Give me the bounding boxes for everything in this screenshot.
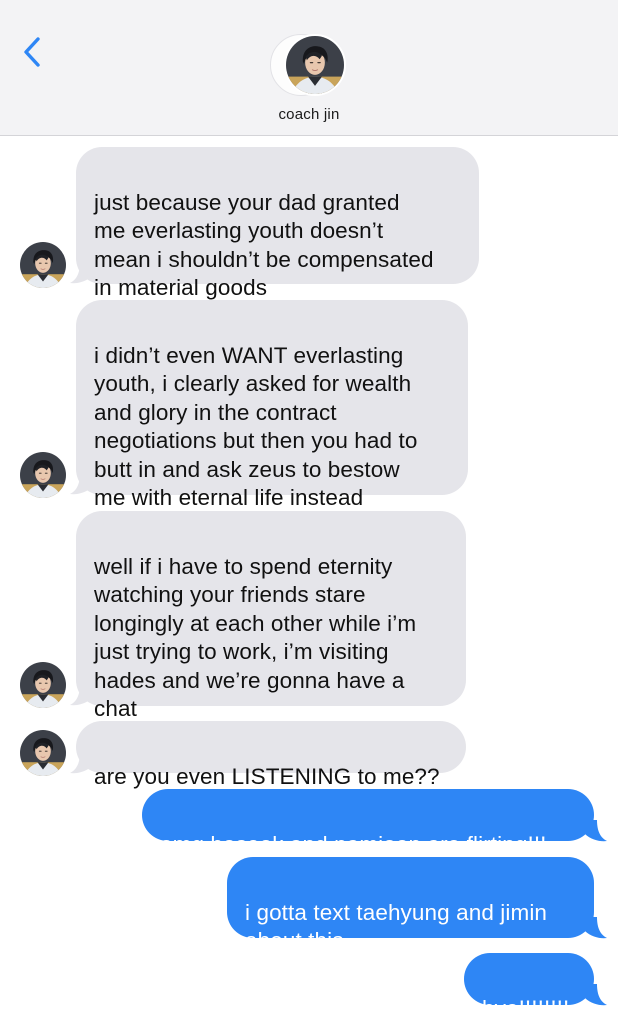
bubble-tail (70, 752, 92, 774)
sender-avatar[interactable] (20, 242, 66, 288)
message-text: i didn’t even WANT everlasting youth, i … (94, 342, 418, 511)
bubble-tail (70, 262, 92, 284)
bubble-tail (585, 917, 607, 939)
bubble-tail (70, 473, 92, 495)
incoming-message-bubble[interactable]: well if i have to spend eternity watchin… (76, 511, 466, 721)
message-text: well if i have to spend eternity watchin… (94, 553, 417, 722)
message-text: bye!!!!!!!! (482, 995, 570, 1021)
chevron-left-icon (24, 37, 40, 67)
message-text: just because your dad granted me everlas… (94, 189, 434, 301)
sender-avatar[interactable] (20, 730, 66, 776)
contact-name[interactable]: coach jin (0, 106, 618, 123)
incoming-message-bubble[interactable]: i didn’t even WANT everlasting youth, i … (76, 300, 468, 510)
outgoing-message-bubble[interactable]: i gotta text taehyung and jimin about th… (227, 857, 594, 953)
message-text: are you even LISTENING to me?? (94, 763, 440, 789)
bubble-tail (585, 820, 607, 842)
bubble-tail (585, 984, 607, 1006)
message-text: omg hoseok and namjoon are flirting!!! (160, 831, 547, 857)
back-button[interactable] (14, 34, 50, 70)
message-text: i gotta text taehyung and jimin about th… (245, 899, 548, 954)
bubble-tail (70, 684, 92, 706)
conversation-header: coach jin (0, 0, 618, 136)
contact-avatar[interactable] (270, 34, 350, 96)
outgoing-message-bubble[interactable]: bye!!!!!!!! (464, 953, 594, 1021)
outgoing-message-bubble[interactable]: omg hoseok and namjoon are flirting!!! (142, 789, 594, 857)
sender-avatar[interactable] (20, 452, 66, 498)
sender-avatar[interactable] (20, 662, 66, 708)
incoming-message-bubble[interactable]: just because your dad granted me everlas… (76, 147, 479, 300)
avatar-image (284, 34, 346, 96)
incoming-message-bubble[interactable]: are you even LISTENING to me?? (76, 721, 466, 789)
